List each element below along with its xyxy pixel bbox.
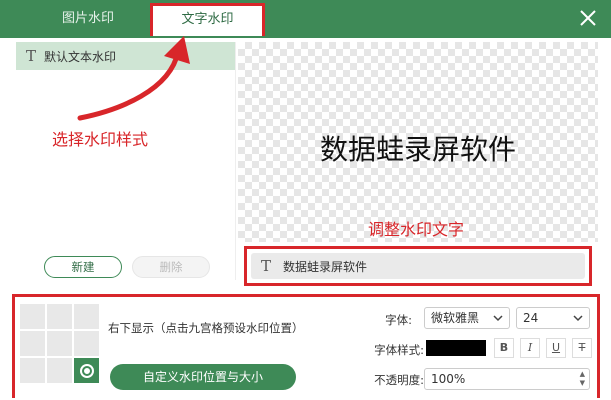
text-type-icon: T [26,47,37,65]
font-size-select[interactable]: 24 [516,307,590,329]
italic-button[interactable]: I [520,338,540,358]
custom-position-button[interactable]: 自定义水印位置与大小 [110,364,296,390]
grid-cell-middle-left[interactable] [20,331,45,356]
text-type-icon: T [261,257,272,275]
opacity-stepper[interactable]: 100% ▲ ▼ [424,368,590,390]
opacity-value: 100% [431,372,466,386]
grid-cell-center[interactable] [47,331,72,356]
red-arrow-annotation [77,36,190,121]
watermark-text-value: 数据蛙录屏软件 [283,259,368,274]
delete-button[interactable]: 删除 [132,256,210,278]
chevron-down-icon [493,315,503,322]
font-label: 字体: [385,313,412,327]
grid-cell-bottom-right[interactable] [74,358,99,383]
grid-cell-top-left[interactable] [20,304,45,329]
watermark-text-input-highlight: T 数据蛙录屏软件 [244,246,592,286]
grid-cell-middle-right[interactable] [74,331,99,356]
font-family-value: 微软雅黑 [431,311,480,325]
font-family-select[interactable]: 微软雅黑 [424,307,510,329]
strikethrough-button[interactable]: T [572,338,592,358]
font-style-label: 字体样式: [374,343,424,357]
font-size-value: 24 [523,311,539,325]
grid-cell-bottom-left[interactable] [20,358,45,383]
close-icon[interactable] [579,9,597,27]
preview-watermark-text: 数据蛙录屏软件 [319,133,516,166]
annotation-select-style: 选择水印样式 [52,130,149,149]
opacity-label: 不透明度: [374,373,424,387]
grid-cell-top-right[interactable] [74,304,99,329]
position-marker-icon [79,363,94,378]
position-description: 右下显示（点击九宫格预设水印位置） [108,321,304,335]
annotation-adjust-text: 调整水印文字 [368,220,465,239]
stepper-arrows-icon[interactable]: ▲ ▼ [580,370,585,388]
font-color-swatch[interactable] [426,340,486,356]
underline-button[interactable]: U [546,338,566,358]
grid-cell-bottom-center[interactable] [47,358,72,383]
grid-cell-top-center[interactable] [47,304,72,329]
position-grid [20,304,100,384]
watermark-text-input[interactable]: T 数据蛙录屏软件 [251,253,585,279]
new-button[interactable]: 新建 [44,256,122,278]
chevron-down-icon [573,315,583,322]
watermark-preview: 数据蛙录屏软件 [238,42,598,242]
bold-button[interactable]: B [494,338,514,358]
